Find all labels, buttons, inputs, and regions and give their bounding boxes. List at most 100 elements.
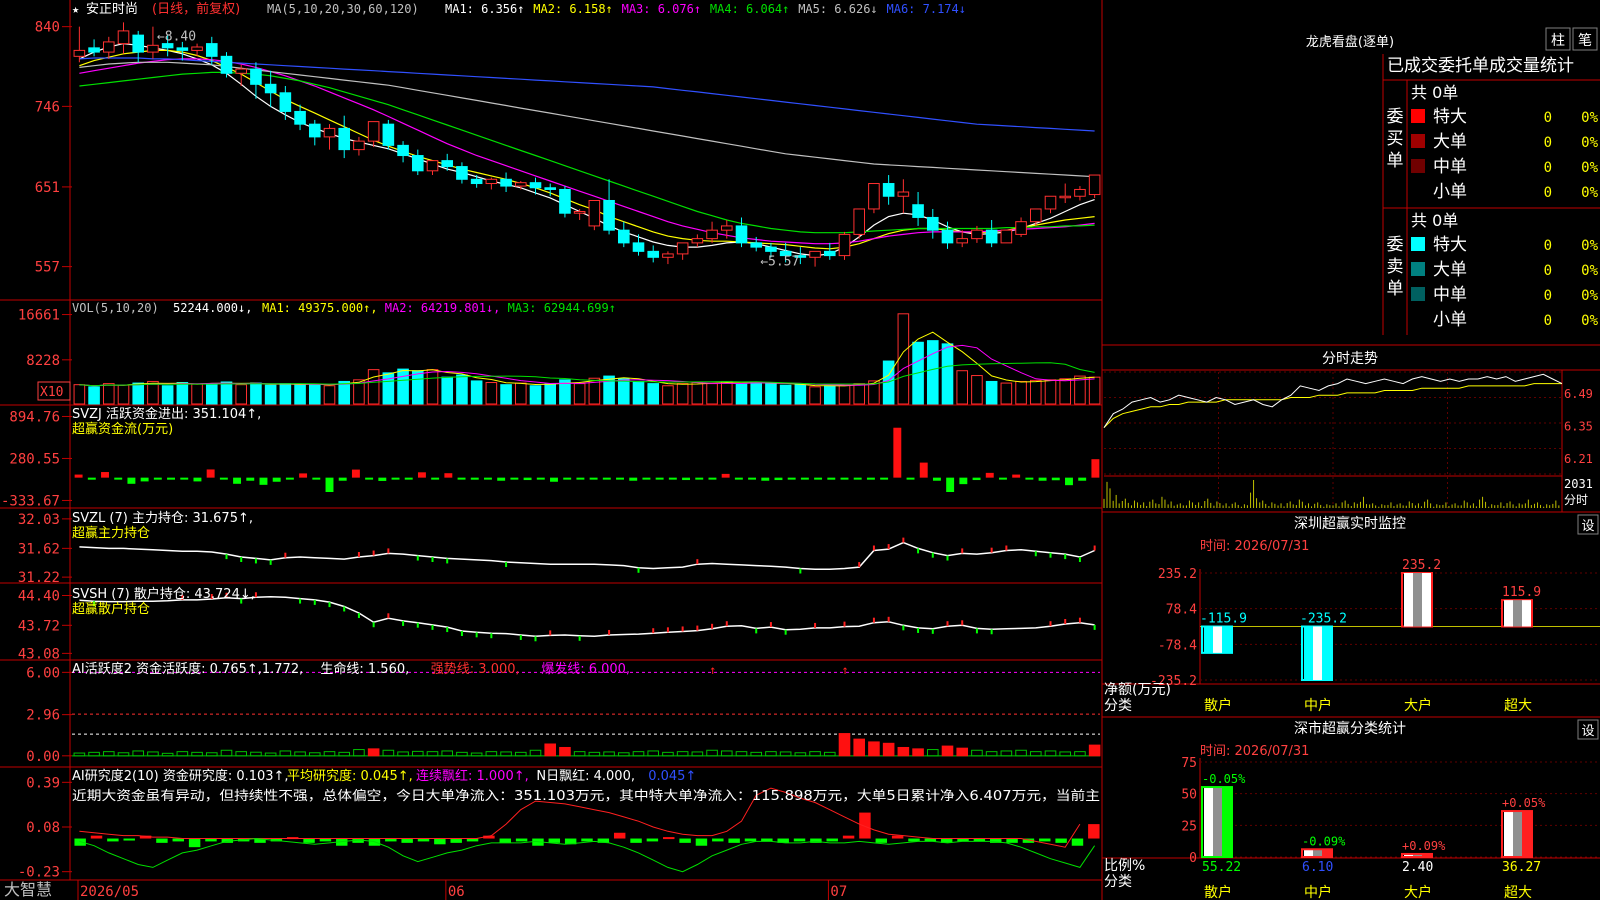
outflow-bar	[1038, 477, 1047, 481]
activity-bar	[912, 748, 924, 757]
activity-bar	[264, 752, 277, 757]
vol-tick-label: 16661	[18, 308, 60, 324]
svsh-panel[interactable]: 44.40 43.72 43.08 SVSH (7) 散户持仓: 43.724↓,超赢…	[18, 586, 1096, 662]
ai-activity-panel[interactable]: 6.00 2.96 0.00 ↑ ↑ AI活跃度2 资金活跃度: 0.765↑,1.772…	[26, 661, 1101, 765]
activity-bar	[544, 743, 557, 757]
candle-down	[470, 178, 483, 185]
svzl-panel[interactable]: 32.03 31.62 31.22 SVZL (7) 主力持仓: 31.675↑,超赢…	[18, 511, 1096, 586]
intraday-panel[interactable]: 分时走势 6.49 6.35 6.21 2031 分时	[1103, 351, 1593, 512]
candle-down	[205, 43, 218, 57]
outflow-bar	[642, 477, 651, 480]
outflow-bar	[536, 477, 545, 480]
outflow-bar	[259, 477, 268, 485]
research-bar	[401, 838, 413, 843]
candle-up	[367, 121, 380, 142]
outflow-bar	[153, 477, 162, 480]
candle-down	[338, 127, 351, 151]
candle-up	[323, 127, 336, 138]
volume-panel[interactable]: 16661 8228 X10 VOL(5,10,20) 52244.000↓, MA1: …	[18, 301, 1101, 405]
outflow-bar	[576, 477, 585, 480]
outflow-bar	[668, 477, 677, 480]
research-bar	[744, 838, 757, 842]
volume-bar	[132, 382, 145, 405]
favorite-star-icon[interactable]: ★	[72, 2, 79, 16]
outflow-bar	[1065, 477, 1073, 486]
ai1-label-part: 爆发线: 6.000,	[541, 661, 630, 677]
buy-row-label: 小单	[1433, 182, 1467, 202]
category-bar-segment	[1204, 787, 1213, 857]
ma-value-label: MA6: 7.174↓	[887, 2, 966, 16]
volume-bar	[1088, 376, 1101, 405]
price-extreme-label: ←5.57	[760, 254, 799, 269]
category-label: 超大	[1504, 885, 1532, 900]
buy-row-count: 0	[1544, 135, 1552, 151]
volume-bar	[279, 383, 292, 405]
monitor-panel-tick: -78.4	[1158, 638, 1197, 653]
outflow-bar	[827, 477, 836, 480]
outflow-bar	[800, 477, 809, 480]
vol-tick-label: 8228	[26, 353, 60, 369]
volume-bar	[838, 384, 851, 405]
ai1-label-part: AI活跃度2 资金活跃度: 0.765↑,1.772,	[72, 661, 303, 677]
candle-up	[353, 140, 365, 151]
category-bar-segment	[1504, 811, 1513, 857]
buy-row-pct: 0%	[1581, 185, 1598, 201]
monitor-value-label: -115.9	[1200, 612, 1247, 627]
price-chart-panel[interactable]: 840 746 651 557 ←8.40 ←5.57 ★ 安正时尚 (日线，前复权) …	[35, 1, 1101, 276]
activity-bar	[926, 749, 939, 757]
chart-mode-button-label[interactable]: 柱	[1551, 33, 1565, 49]
candle-down	[559, 188, 571, 214]
research-bar	[188, 838, 201, 848]
volume-bar	[706, 383, 718, 405]
candle-up	[956, 238, 969, 244]
settings-button-label[interactable]: 设	[1581, 724, 1594, 739]
volume-bar	[853, 383, 866, 405]
ai-research-panel[interactable]: 0.39 0.08 -0.23 AI研究度2(10) 资金研究度: 0.103↑, 平…	[18, 768, 1100, 881]
activity-bar	[441, 750, 454, 757]
candle-down	[264, 83, 277, 94]
outflow-bar	[1025, 477, 1034, 480]
research-bar	[891, 835, 904, 839]
volume-bar	[662, 385, 674, 405]
candle-down	[544, 187, 557, 190]
volume-bar	[632, 380, 645, 405]
outflow-bar	[840, 477, 849, 480]
volume-bar	[897, 313, 910, 405]
volume-bar	[470, 380, 483, 405]
volume-bar	[809, 386, 821, 405]
volume-bar	[264, 384, 277, 405]
price-tick-label: 746	[35, 99, 60, 115]
ai2-tick-label: 0.08	[26, 820, 60, 836]
activity-bar	[338, 751, 351, 757]
ma-value-label: MA3: 6.076↑	[622, 2, 701, 16]
inflow-bar	[721, 473, 730, 478]
chart-mode-button-label[interactable]: 笔	[1578, 33, 1592, 49]
buy-row-count: 0	[1544, 110, 1552, 126]
settings-button-label[interactable]: 设	[1581, 519, 1594, 534]
research-bar	[728, 838, 740, 843]
activity-bar	[617, 752, 630, 757]
candle-down	[279, 92, 292, 112]
price-tick-label: 557	[35, 260, 60, 276]
candle-up	[102, 41, 115, 53]
outflow-bar	[167, 477, 175, 480]
category-bar-segment	[1313, 849, 1322, 857]
activity-bar	[676, 751, 689, 757]
outflow-bar	[972, 477, 981, 481]
volume-bar	[411, 370, 424, 405]
research-bar	[1071, 838, 1084, 846]
sell-title-char: 单	[1387, 279, 1404, 299]
svzj-panel[interactable]: 894.76 280.55 -333.67 SVZJ 活跃资金进出: 351.104↑…	[1, 406, 1100, 509]
research-bar	[1088, 824, 1100, 839]
monitor-value-label: -235.2	[1300, 612, 1347, 627]
outflow-bar	[880, 477, 889, 480]
buy-row-pct: 0%	[1581, 110, 1598, 126]
buy-row-swatch	[1411, 159, 1425, 173]
candle-down	[500, 178, 512, 187]
research-bar	[434, 838, 446, 845]
activity-bar	[1074, 751, 1086, 757]
category-bar-segment	[1422, 573, 1431, 627]
ai2-tick-label: 0.39	[26, 775, 60, 791]
sell-row-count: 0	[1544, 263, 1552, 279]
buy-row-pct: 0%	[1581, 160, 1598, 176]
